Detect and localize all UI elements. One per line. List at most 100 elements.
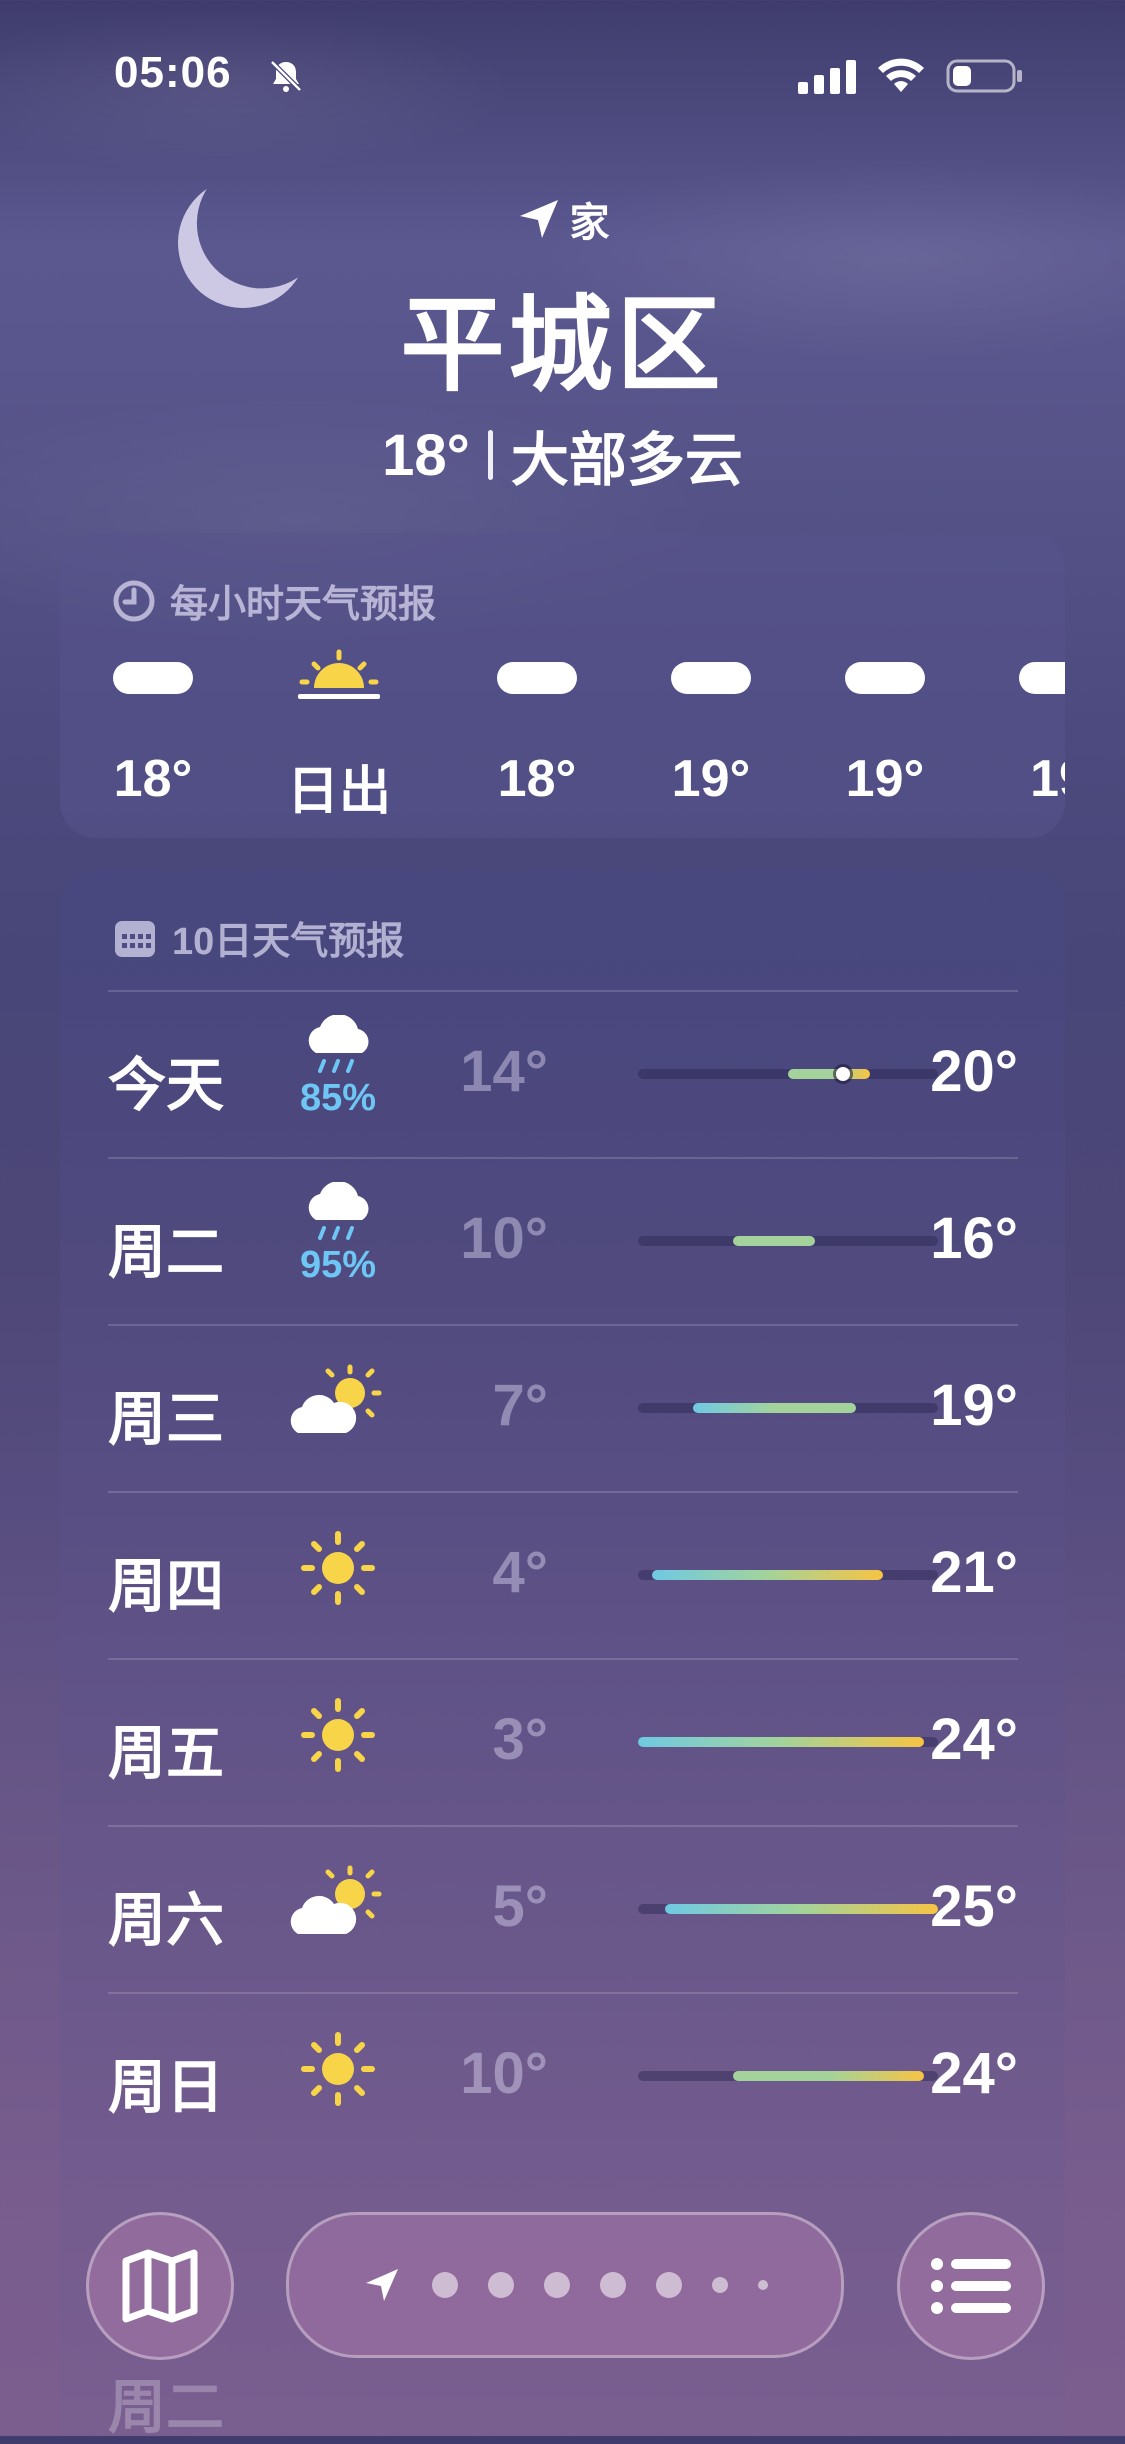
day-name: 今天 — [108, 1053, 225, 1118]
day-low-temp: 14° — [460, 1039, 548, 1104]
precip-chance: 85% — [299, 1076, 377, 1119]
hour-item: 18° — [457, 633, 617, 809]
partly-sunny-icon — [290, 1364, 382, 1433]
day-row[interactable]: 周五 3° 24° — [108, 1658, 1018, 1825]
page-dot[interactable] — [488, 2272, 514, 2298]
wifi-icon — [878, 58, 924, 92]
hour-label: 日出 — [286, 763, 391, 821]
location-line: 家 — [0, 190, 1125, 248]
day-high-temp: 25° — [930, 1874, 1018, 1939]
temp-range-bar — [638, 1067, 938, 1081]
day-row[interactable]: 周六 5° 25° — [108, 1825, 1018, 1992]
list-button[interactable] — [897, 2212, 1045, 2360]
page-dot[interactable] — [712, 2277, 728, 2293]
hour-item: 18° — [73, 633, 233, 809]
hour-item: 19° — [805, 633, 965, 809]
ten-day-forecast-title: 10日天气预报 — [172, 921, 405, 963]
bell-slash-icon — [270, 60, 302, 92]
temp-range-fill — [733, 2071, 925, 2081]
day-row[interactable]: 周日 10° 24° — [108, 1992, 1018, 2159]
city-name: 平城区 — [400, 288, 725, 404]
temp-range-fill — [692, 1403, 857, 1413]
battery-icon — [946, 59, 1022, 93]
day-low-temp: 7° — [492, 1373, 548, 1438]
location-header: 家 平城区 18° 大部多云 — [0, 190, 1125, 497]
current-temp: 18° — [382, 422, 470, 488]
location-arrow-icon[interactable] — [362, 2265, 402, 2305]
day-high-temp: 20° — [930, 1039, 1018, 1104]
day-name: 周三 — [108, 1387, 225, 1452]
hourly-list[interactable]: 18° 日出 18° 19° 19° 1 — [60, 633, 1065, 833]
partly-sunny-icon — [290, 1865, 382, 1934]
day-row[interactable]: 今天 85% 14° 20° — [108, 990, 1018, 1157]
day-low-temp: 4° — [492, 1540, 548, 1605]
location-pager[interactable] — [286, 2212, 844, 2358]
page-dot[interactable] — [656, 2272, 682, 2298]
day-low-temp: 5° — [492, 1874, 548, 1939]
sunrise-icon — [298, 649, 380, 699]
page-dot[interactable] — [544, 2272, 570, 2298]
day-row[interactable]: 周四 4° 21° — [108, 1491, 1018, 1658]
day-low-temp: 3° — [492, 1707, 548, 1772]
day-name: 周六 — [108, 1888, 225, 1953]
hourly-forecast-title: 每小时天气预报 — [170, 584, 437, 626]
hourly-forecast-card[interactable]: 每小时天气预报 18° 日出 18° 19° 19° 1 — [60, 533, 1065, 838]
calendar-icon — [115, 920, 155, 957]
sun-icon — [301, 1531, 375, 1605]
ten-day-forecast-header: 10日天气预报 — [112, 910, 404, 965]
cellular-signal-icon — [798, 60, 856, 94]
hour-item: 19 — [979, 633, 1065, 809]
hour-temp: 18° — [113, 750, 193, 808]
hour-temp: 18° — [497, 750, 577, 808]
current-conditions: 18° 大部多云 — [0, 413, 1125, 497]
location-label: 家 — [569, 201, 610, 245]
condition-text: 大部多云 — [510, 428, 743, 493]
day-weather-icon — [283, 2014, 393, 2124]
day-weather-icon: 85% — [283, 1012, 393, 1122]
cloud-icon — [845, 662, 925, 694]
temp-range-bar — [638, 1904, 938, 1914]
day-high-temp: 24° — [930, 2041, 1018, 2106]
day-name: 周日 — [108, 2055, 225, 2120]
temp-range-bar — [638, 1236, 938, 1246]
hour-temp: 19 — [1030, 750, 1065, 808]
hour-temp: 19° — [845, 750, 925, 808]
day-weather-icon — [283, 1513, 393, 1623]
day-weather-icon: 95% — [283, 1179, 393, 1289]
map-button[interactable] — [86, 2212, 234, 2360]
hour-item: 19° — [631, 633, 791, 809]
day-row[interactable]: 周三 7° 19° — [108, 1324, 1018, 1491]
page-dot[interactable] — [600, 2272, 626, 2298]
day-weather-icon — [283, 1680, 393, 1790]
cloud-rain-icon — [308, 1014, 369, 1073]
temp-range-bar — [638, 1403, 938, 1413]
day-low-temp: 10° — [460, 2041, 548, 2106]
day-high-temp: 24° — [930, 1707, 1018, 1772]
sun-icon — [301, 1698, 375, 1772]
day-name: 周四 — [108, 1554, 225, 1619]
cloud-icon — [671, 662, 751, 694]
page-dot[interactable] — [432, 2272, 458, 2298]
page-dot[interactable] — [758, 2280, 768, 2290]
temp-range-fill — [638, 1737, 925, 1747]
cloud-icon — [497, 662, 577, 694]
hour-temp: 19° — [671, 750, 751, 808]
day-weather-icon — [283, 1346, 393, 1456]
list-icon — [931, 2258, 1011, 2314]
precip-chance: 95% — [299, 1243, 377, 1286]
temp-range-fill — [651, 1570, 884, 1580]
clock-icon — [113, 580, 155, 621]
divider — [487, 430, 493, 480]
day-list: 今天 85% 14° 20° 周二 95% 10° 16° 周三 7° 19° 周四 4° 21° 周五 3°… — [108, 990, 1018, 2159]
sun-icon — [301, 2032, 375, 2106]
map-icon — [122, 2249, 198, 2323]
temp-range-fill — [665, 1904, 938, 1914]
day-name: 周五 — [108, 1721, 225, 1786]
cloud-icon — [113, 662, 193, 694]
day-row[interactable]: 周二 95% 10° 16° — [108, 1157, 1018, 1324]
temp-range-fill — [788, 1069, 870, 1079]
status-time: 05:06 — [114, 48, 232, 97]
cloud-rain-icon — [308, 1181, 369, 1240]
temp-range-fill — [733, 1236, 816, 1246]
temp-range-bar — [638, 2071, 938, 2081]
